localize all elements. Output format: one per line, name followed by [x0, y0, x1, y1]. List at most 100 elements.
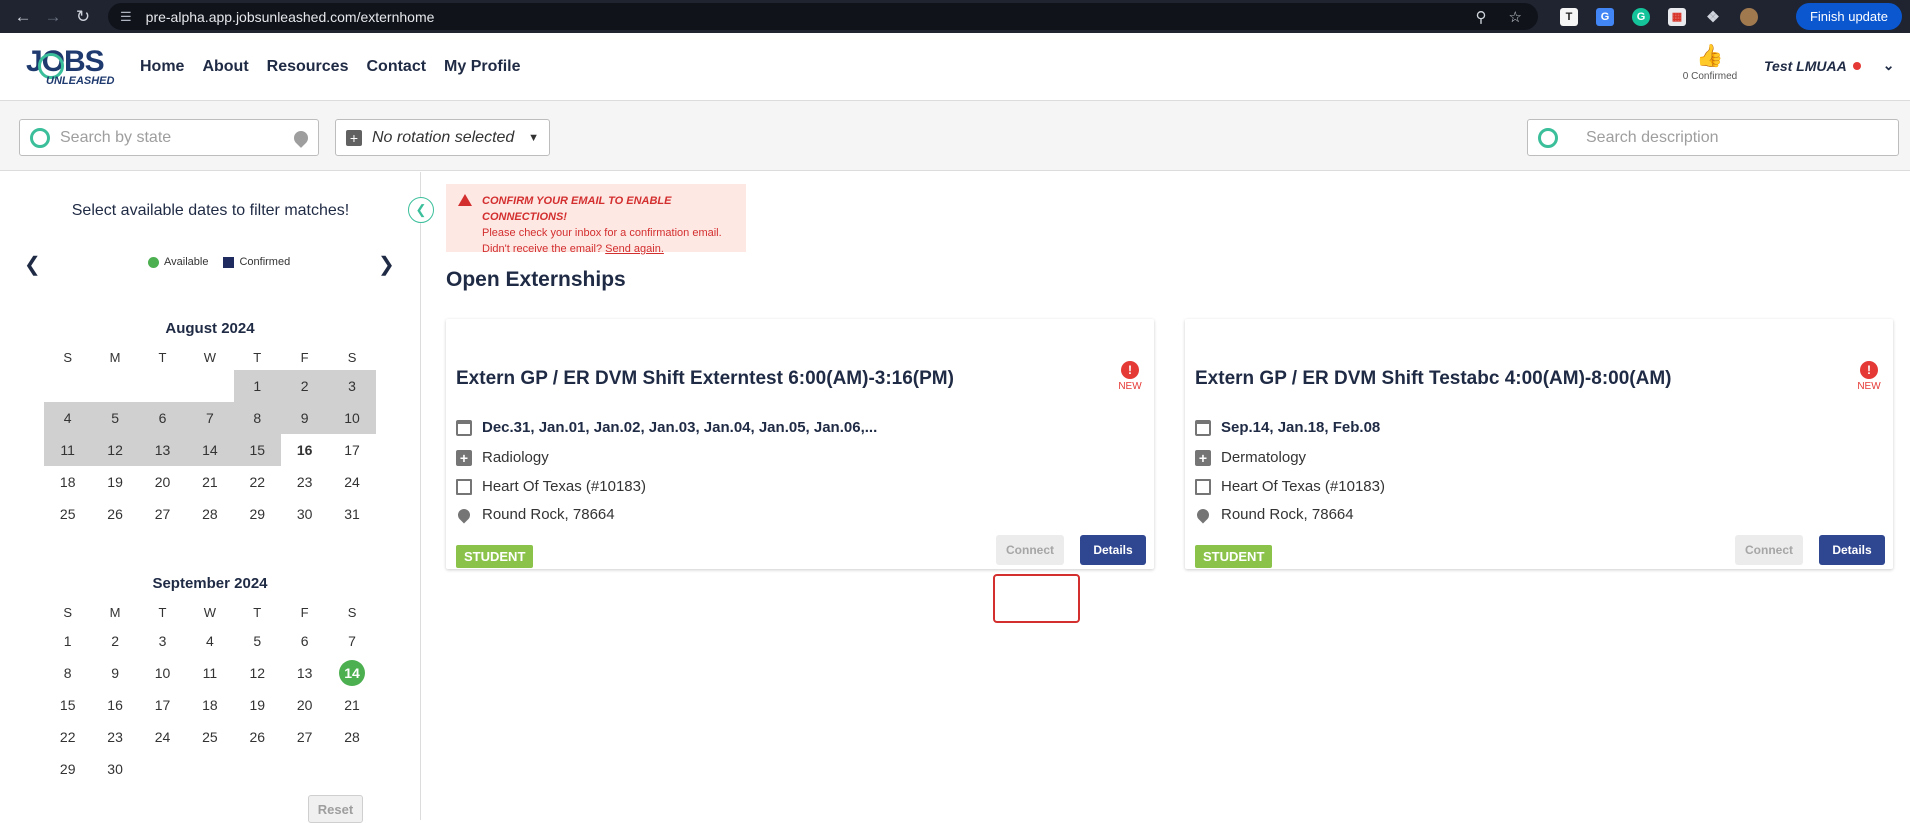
- calendar-day[interactable]: 31: [328, 498, 375, 530]
- calendar-day[interactable]: 2: [91, 625, 138, 657]
- calendar-day[interactable]: 26: [234, 721, 281, 753]
- send-again-link[interactable]: Send again.: [605, 243, 664, 255]
- calendar-day[interactable]: 1: [233, 370, 281, 402]
- connect-button[interactable]: Connect: [996, 535, 1064, 565]
- calendar-day[interactable]: 18: [186, 689, 233, 721]
- password-key-icon[interactable]: ⚲: [1476, 8, 1487, 26]
- description-search-input[interactable]: [1586, 128, 1888, 147]
- calendar-day[interactable]: 6: [138, 402, 187, 434]
- calendar-day[interactable]: 29: [44, 753, 91, 785]
- translate-extension-icon[interactable]: G: [1596, 7, 1614, 26]
- nav-my-profile[interactable]: My Profile: [444, 58, 520, 76]
- reset-button[interactable]: Reset: [308, 795, 363, 823]
- calendar-day[interactable]: 8: [44, 657, 91, 689]
- reload-icon[interactable]: ↻: [68, 2, 98, 32]
- calendar-day[interactable]: 30: [91, 753, 138, 785]
- calendar-day[interactable]: 24: [328, 466, 375, 498]
- state-search-input[interactable]: [60, 128, 294, 147]
- details-button[interactable]: Details: [1819, 535, 1885, 565]
- calendar-day[interactable]: 11: [186, 657, 233, 689]
- calendar-day[interactable]: 26: [91, 498, 138, 530]
- main-nav: Home About Resources Contact My Profile: [140, 58, 521, 76]
- calendar-day[interactable]: 27: [281, 721, 328, 753]
- prev-month-icon[interactable]: ❮: [24, 252, 41, 277]
- profile-avatar-icon[interactable]: [1740, 7, 1758, 26]
- nav-about[interactable]: About: [202, 58, 248, 76]
- calendar-day[interactable]: 15: [44, 689, 91, 721]
- jobs-unleashed-logo[interactable]: JOBS UNLEASHED: [24, 43, 116, 91]
- calendar-day[interactable]: 25: [186, 721, 233, 753]
- calendar-empty-cell: [186, 370, 233, 402]
- calendar-day[interactable]: 27: [139, 498, 186, 530]
- collapse-sidebar-button[interactable]: ❮: [408, 197, 434, 223]
- location-pin-icon[interactable]: [291, 127, 311, 148]
- card-location: Round Rock, 78664: [1194, 506, 1354, 523]
- calendar-day[interactable]: 16: [281, 434, 328, 466]
- calendar-day[interactable]: 6: [281, 625, 328, 657]
- calendar-day[interactable]: 4: [186, 625, 233, 657]
- calendar-day[interactable]: 1: [44, 625, 91, 657]
- next-month-icon[interactable]: ❯: [378, 252, 395, 277]
- calendar-day[interactable]: 23: [281, 466, 328, 498]
- calendar-day[interactable]: 20: [139, 466, 186, 498]
- calendar-extension-icon[interactable]: ▦: [1668, 7, 1686, 26]
- calendar-day[interactable]: 9: [91, 657, 138, 689]
- details-button[interactable]: Details: [1080, 535, 1146, 565]
- calendar-day[interactable]: 12: [234, 657, 281, 689]
- nav-home[interactable]: Home: [140, 58, 184, 76]
- calendar-day[interactable]: 28: [328, 721, 375, 753]
- calendar-day[interactable]: 10: [139, 657, 186, 689]
- calendar-day[interactable]: 25: [44, 498, 91, 530]
- calendar-day[interactable]: 10: [328, 402, 376, 434]
- calendar-day[interactable]: 18: [44, 466, 91, 498]
- connect-button[interactable]: Connect: [1735, 535, 1803, 565]
- calendar-day[interactable]: 4: [44, 402, 92, 434]
- extensions-puzzle-icon[interactable]: ❖: [1704, 8, 1722, 26]
- calendar-day[interactable]: 17: [328, 434, 375, 466]
- calendar-day[interactable]: 21: [186, 466, 233, 498]
- rotation-dropdown[interactable]: + No rotation selected ▼: [335, 119, 550, 156]
- user-menu[interactable]: Test LMUAA ⌄: [1764, 57, 1894, 74]
- extension-t-icon[interactable]: T: [1560, 7, 1578, 26]
- back-icon[interactable]: ←: [8, 2, 38, 32]
- calendar-day[interactable]: 19: [234, 689, 281, 721]
- address-bar[interactable]: ☰ pre-alpha.app.jobsunleashed.com/extern…: [108, 3, 1538, 30]
- calendar-day[interactable]: 20: [281, 689, 328, 721]
- finish-update-button[interactable]: Finish update: [1795, 3, 1902, 30]
- calendar-day[interactable]: 22: [234, 466, 281, 498]
- calendar-day[interactable]: 17: [139, 689, 186, 721]
- calendar-day[interactable]: 11: [44, 434, 92, 466]
- site-info-icon[interactable]: ☰: [120, 9, 132, 25]
- calendar-day[interactable]: 5: [91, 402, 139, 434]
- calendar-day[interactable]: 16: [91, 689, 138, 721]
- calendar-day[interactable]: 7: [186, 402, 234, 434]
- calendar-day[interactable]: 3: [328, 370, 376, 402]
- calendar-day[interactable]: 24: [139, 721, 186, 753]
- calendar-day[interactable]: 7: [328, 625, 375, 657]
- chevron-down-icon[interactable]: ⌄: [1883, 57, 1895, 74]
- calendar-day[interactable]: 19: [91, 466, 138, 498]
- calendar-day[interactable]: 29: [234, 498, 281, 530]
- nav-resources[interactable]: Resources: [267, 58, 349, 76]
- calendar-day[interactable]: 2: [280, 370, 329, 402]
- calendar-day[interactable]: 21: [328, 689, 375, 721]
- nav-contact[interactable]: Contact: [366, 58, 426, 76]
- calendar-day[interactable]: 8: [233, 402, 281, 434]
- confirmed-counter[interactable]: 👍 0 Confirmed: [1680, 43, 1740, 82]
- calendar-day[interactable]: 13: [281, 657, 328, 689]
- calendar-day[interactable]: 22: [44, 721, 91, 753]
- calendar-day[interactable]: 14: [328, 657, 375, 689]
- calendar-day[interactable]: 15: [233, 434, 281, 466]
- grammarly-extension-icon[interactable]: G: [1632, 7, 1650, 26]
- calendar-day[interactable]: 28: [186, 498, 233, 530]
- calendar-day[interactable]: 5: [234, 625, 281, 657]
- calendar-day[interactable]: 3: [139, 625, 186, 657]
- calendar-day[interactable]: 9: [280, 402, 329, 434]
- calendar-day[interactable]: 14: [186, 434, 234, 466]
- calendar-day[interactable]: 23: [91, 721, 138, 753]
- forward-icon[interactable]: →: [38, 2, 68, 32]
- bookmark-star-icon[interactable]: ☆: [1509, 8, 1522, 26]
- calendar-day[interactable]: 13: [138, 434, 187, 466]
- calendar-day[interactable]: 12: [91, 434, 139, 466]
- calendar-day[interactable]: 30: [281, 498, 328, 530]
